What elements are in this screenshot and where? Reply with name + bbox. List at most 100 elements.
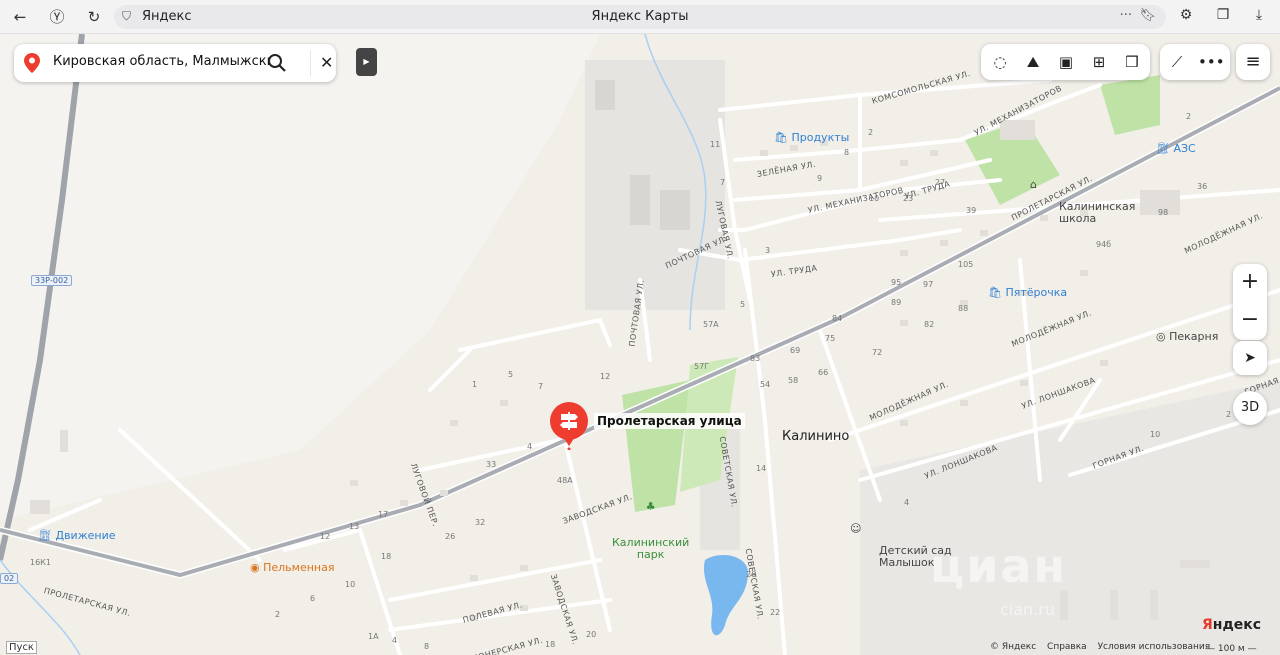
house-number: 95: [891, 278, 902, 287]
house-number: 14: [756, 464, 767, 473]
search-box[interactable]: Кировская область, Малмыжский ра ✕: [14, 44, 336, 82]
house-number: 94б: [1096, 240, 1112, 249]
terms-link[interactable]: Условия использования: [1098, 642, 1211, 652]
shopping-bag-icon: 🛍︎: [988, 286, 1002, 299]
house-number: 10: [345, 580, 356, 589]
house-number: 7: [720, 178, 726, 187]
start-button[interactable]: Пуск: [6, 641, 37, 654]
search-input[interactable]: Кировская область, Малмыжский ра: [53, 54, 269, 69]
watermark-subtext: cian.ru: [1000, 600, 1055, 619]
menu-icon[interactable]: ≡: [1236, 44, 1270, 80]
house-number: 10: [1150, 430, 1161, 439]
poi-dvizhenie[interactable]: ⛽︎ Движение: [38, 529, 115, 542]
house-number: 8: [424, 642, 430, 651]
map-footer: © Яндекс Справка Условия использования: [990, 642, 1218, 652]
house-number: 10: [869, 194, 880, 203]
poi-school[interactable]: ⌂ Калининская школа: [1030, 177, 1135, 237]
road-number-shield: 33Р-002: [31, 275, 73, 286]
house-number: 89: [891, 298, 902, 307]
yandex-browser-icon[interactable]: Ⓨ: [45, 6, 69, 28]
search-icon[interactable]: [267, 53, 287, 73]
house-number: 8: [844, 148, 850, 157]
my-location-icon[interactable]: ➤: [1233, 341, 1267, 375]
extensions-icon[interactable]: ⚙: [1175, 7, 1197, 23]
ruler-icon[interactable]: ⟋: [1165, 51, 1189, 73]
transit-icon[interactable]: ⊞: [1087, 51, 1111, 73]
house-number: 3: [765, 246, 771, 255]
house-number: 97: [923, 280, 934, 289]
copyright-link[interactable]: © Яндекс: [990, 642, 1036, 652]
3d-button[interactable]: 3D: [1233, 391, 1267, 425]
house-number: 84: [832, 314, 843, 323]
kindergarten-icon: ☺: [850, 522, 862, 535]
panorama-icon[interactable]: ⛰: [1021, 51, 1045, 73]
house-number: 57Г: [694, 362, 710, 371]
house-number: 16К1: [30, 558, 51, 567]
expand-panel-button[interactable]: ▶: [356, 48, 377, 76]
map-layers-icon[interactable]: ◌: [988, 51, 1012, 73]
house-number: 18: [381, 552, 392, 561]
page-title: Яндекс Карты: [591, 9, 689, 24]
back-icon[interactable]: ←: [8, 6, 32, 28]
location-marker-icon[interactable]: [549, 402, 589, 450]
house-number: 98: [1158, 208, 1169, 217]
poi-bakery[interactable]: ◎ Пекарня: [1156, 330, 1218, 343]
house-number: 4: [904, 498, 910, 507]
house-number: 66: [818, 368, 829, 377]
house-number: 2: [1226, 410, 1232, 419]
reload-icon[interactable]: ↻: [82, 6, 106, 28]
house-number: 18: [545, 640, 556, 649]
layers-icon[interactable]: ❒: [1120, 51, 1144, 73]
house-number: 7: [538, 382, 544, 391]
house-number: 2: [1186, 112, 1192, 121]
house-number: 23: [903, 194, 914, 203]
more-icon[interactable]: •••: [1198, 51, 1225, 73]
shopping-bag-icon: 🛍︎: [774, 131, 788, 144]
close-icon[interactable]: ✕: [320, 53, 334, 72]
poi-pyaterochka[interactable]: 🛍︎ Пятёрочка: [988, 286, 1067, 299]
house-number: 83: [750, 354, 761, 363]
house-number: 54: [760, 380, 771, 389]
fuel-icon: ⛽︎: [1156, 142, 1170, 155]
poi-pelmennaya[interactable]: ◉ Пельменная: [250, 561, 334, 574]
layers-toolbar: ◌ ⛰ ▣ ⊞ ❒: [981, 44, 1150, 80]
house-number: 13: [349, 522, 360, 531]
collections-icon[interactable]: ❐: [1212, 7, 1234, 23]
more-icon[interactable]: ···: [1120, 8, 1132, 23]
photo-icon[interactable]: ▣: [1054, 51, 1078, 73]
house-number: 22: [770, 608, 781, 617]
house-number: 48А: [557, 476, 573, 485]
map-canvas[interactable]: 33Р-002 02 КОМСОМОЛЬСКАЯ УЛ. УЛ. МЕХАНИЗ…: [0, 34, 1280, 655]
house-number: 88: [958, 304, 969, 313]
poi-azs[interactable]: ⛽︎ АЗС: [1156, 142, 1196, 155]
house-number: 2: [868, 128, 874, 137]
help-link[interactable]: Справка: [1047, 642, 1087, 652]
house-number: 69: [790, 346, 801, 355]
bookmark-icon[interactable]: 🔖︎: [1139, 8, 1156, 23]
zoom-in-button[interactable]: +: [1233, 264, 1267, 302]
marker-label[interactable]: Пролетарская улица: [594, 413, 745, 429]
house-number: 1А: [368, 632, 379, 641]
house-number: 6: [310, 594, 316, 603]
house-number: 2: [275, 610, 281, 619]
house-number: 32: [475, 518, 486, 527]
download-icon[interactable]: ⤓: [1248, 7, 1270, 23]
house-number: 72: [872, 348, 883, 357]
address-bar[interactable]: ⛉ Яндекс Яндекс Карты ··· 🔖︎: [114, 5, 1166, 29]
house-number: 11: [710, 140, 721, 149]
tools-toolbar: ⟋ •••: [1160, 44, 1230, 80]
zoom-out-button[interactable]: −: [1233, 302, 1267, 340]
house-number: 26: [746, 570, 757, 579]
house-number: 5: [508, 370, 514, 379]
poi-park[interactable]: ♣ Калининский парк: [612, 477, 689, 585]
house-number: 105: [958, 260, 974, 269]
house-number: 12: [600, 372, 611, 381]
house-number: 20: [586, 630, 597, 639]
location-pin-icon: [24, 53, 40, 73]
school-icon: ⌂: [1030, 178, 1037, 191]
poi-produkty[interactable]: 🛍︎ Продукты: [774, 131, 849, 144]
zoom-control: + −: [1233, 264, 1267, 340]
house-number: 75: [825, 334, 836, 343]
house-number: 58: [788, 376, 799, 385]
house-number: 12: [320, 532, 331, 541]
